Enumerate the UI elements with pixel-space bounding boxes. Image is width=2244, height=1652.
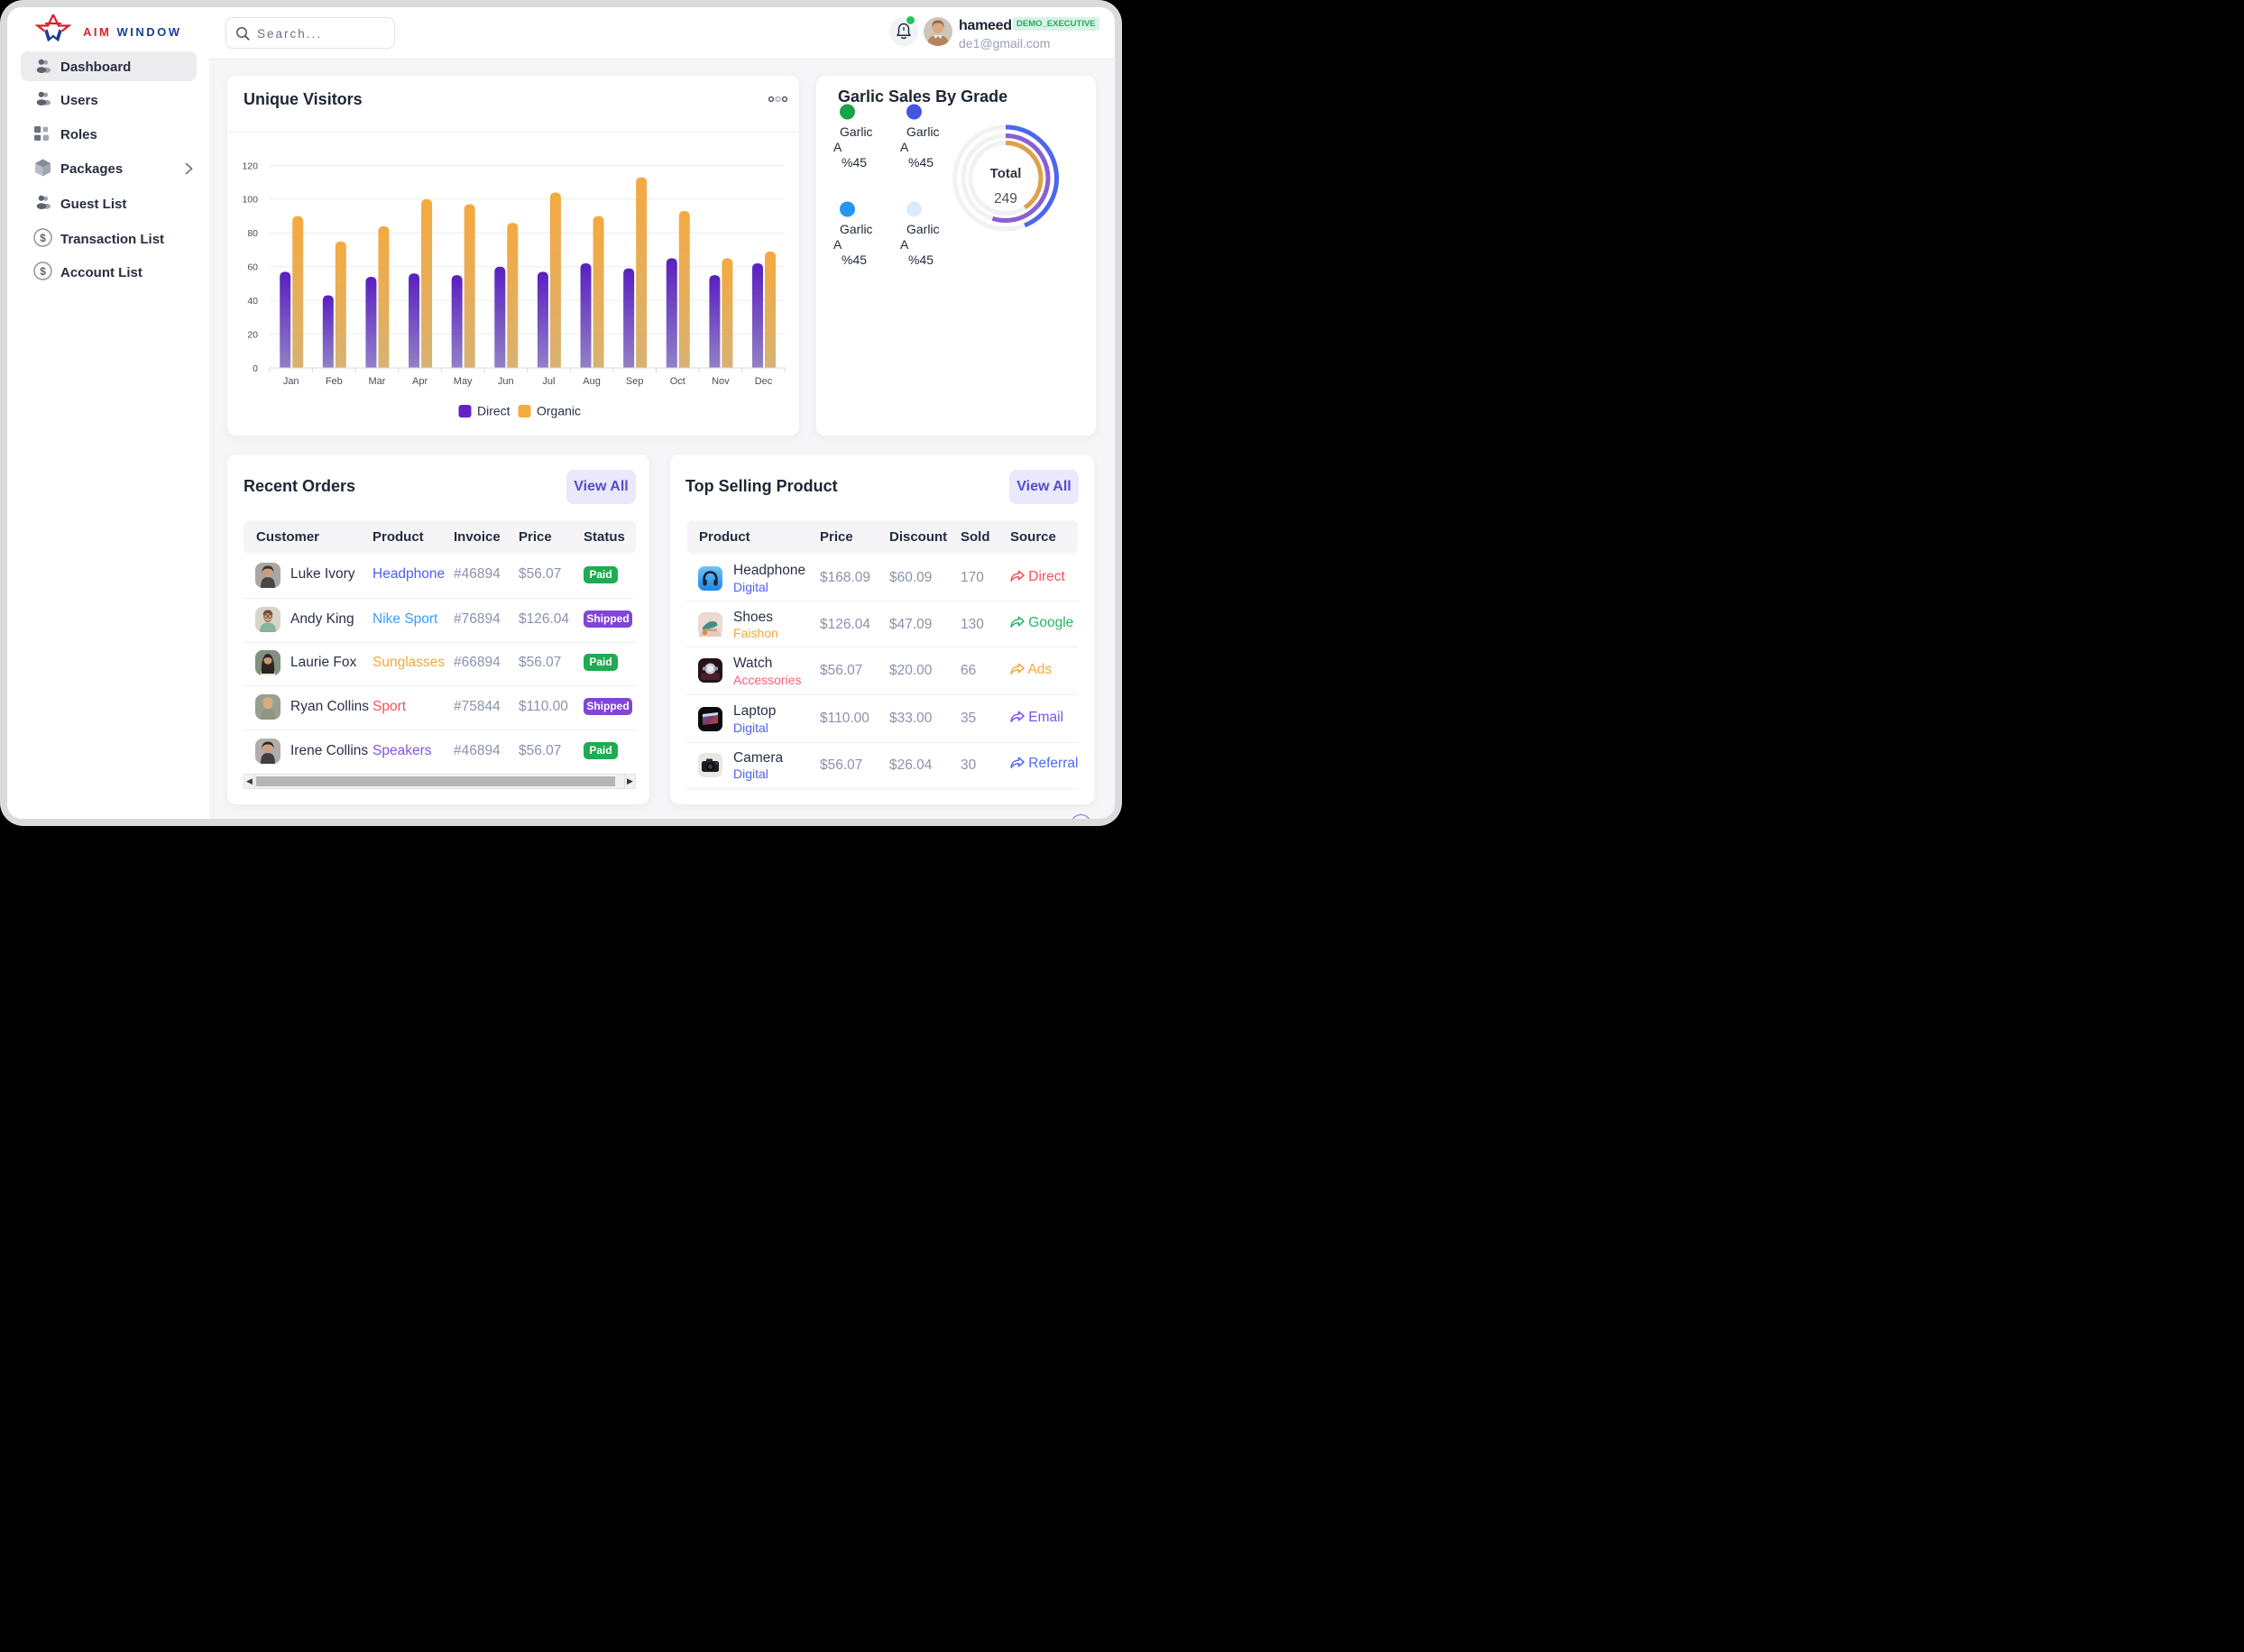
svg-text:Jan: Jan xyxy=(283,376,299,387)
svg-text:Aug: Aug xyxy=(583,376,601,387)
svg-text:Mar: Mar xyxy=(368,376,385,387)
svg-text:Organic: Organic xyxy=(537,404,581,418)
svg-text:Direct: Direct xyxy=(477,404,510,418)
svg-text:Sep: Sep xyxy=(626,376,644,387)
svg-text:Jul: Jul xyxy=(542,376,555,387)
svg-text:0: 0 xyxy=(253,363,258,374)
svg-text:May: May xyxy=(454,376,473,387)
svg-text:100: 100 xyxy=(242,195,258,206)
svg-text:249: 249 xyxy=(994,191,1017,206)
svg-text:120: 120 xyxy=(242,161,258,171)
svg-text:80: 80 xyxy=(247,228,258,239)
svg-text:60: 60 xyxy=(247,262,258,273)
svg-text:20: 20 xyxy=(247,329,258,340)
svg-text:Apr: Apr xyxy=(412,376,428,387)
svg-text:Jun: Jun xyxy=(498,376,514,387)
svg-text:Dec: Dec xyxy=(755,376,773,387)
svg-text:$: $ xyxy=(40,232,46,244)
svg-text:Oct: Oct xyxy=(670,376,685,387)
svg-text:Feb: Feb xyxy=(326,376,343,387)
svg-text:40: 40 xyxy=(247,296,258,307)
svg-text:Total: Total xyxy=(990,166,1022,181)
svg-text:Nov: Nov xyxy=(712,376,730,387)
svg-text:$: $ xyxy=(40,265,46,278)
